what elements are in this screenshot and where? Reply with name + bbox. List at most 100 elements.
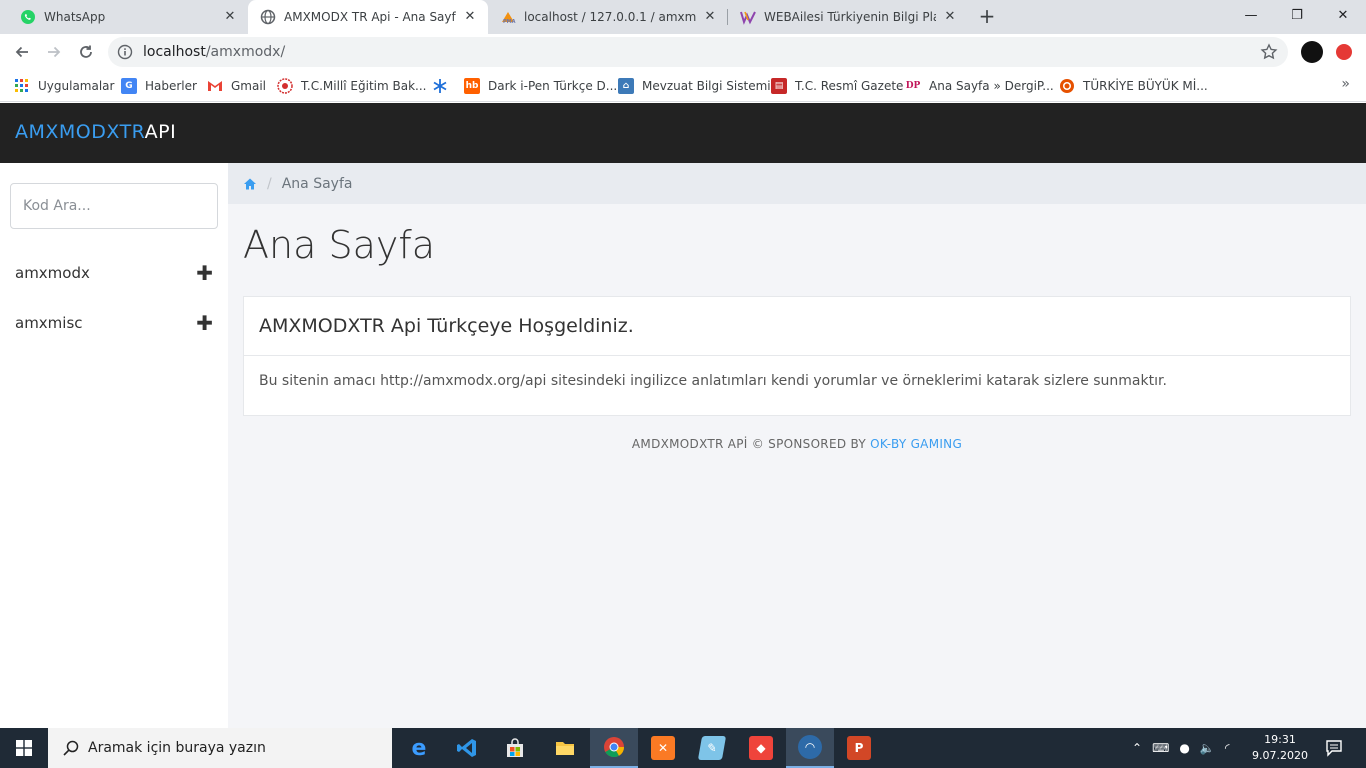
tab-close-icon[interactable]: ✕ [942, 9, 958, 25]
whatsapp-icon [20, 9, 36, 25]
start-button[interactable] [0, 728, 48, 768]
tab-phpmyadmin[interactable]: PMA localhost / 127.0.0.1 / amxmodx ✕ [488, 0, 728, 34]
sidebar-item-amxmisc[interactable]: amxmisc ✚ [0, 303, 228, 343]
browser-toolbar: localhost/amxmodx/ [0, 34, 1366, 70]
vscode-icon [455, 736, 479, 760]
tab-close-icon[interactable]: ✕ [222, 9, 238, 25]
profile-avatar[interactable] [1301, 41, 1323, 63]
action-center-button[interactable] [1310, 728, 1358, 768]
home-icon[interactable] [243, 177, 257, 191]
phpmyadmin-icon: PMA [500, 9, 516, 25]
microphone-icon[interactable]: ● [1179, 741, 1189, 755]
reload-button[interactable] [73, 39, 99, 65]
url-host: localhost [143, 44, 206, 60]
tab-close-icon[interactable]: ✕ [702, 9, 718, 25]
tab-whatsapp[interactable]: WhatsApp ✕ [8, 0, 248, 34]
powerpoint-icon: P [847, 736, 871, 760]
url-text: localhost/amxmodx/ [143, 44, 285, 60]
bookmark-haberler[interactable]: G Haberler [121, 76, 197, 96]
bookmark-hb[interactable]: hb Dark i-Pen Türkçe D... [464, 76, 617, 96]
breadcrumb-separator: / [267, 175, 272, 192]
tab-title: localhost / 127.0.0.1 / amxmodx [524, 10, 696, 24]
bookmark-snowflake[interactable] [432, 76, 456, 96]
site-footer: AMDXMODXTR APİ © SPONSORED BY OK-BY GAMI… [228, 437, 1366, 451]
dergipark-icon: DP [905, 81, 921, 91]
taskbar-edge[interactable]: e [395, 728, 443, 768]
sponsor-link[interactable]: OK-BY GAMING [870, 437, 962, 451]
brand-part2: API [144, 121, 177, 143]
bookmark-tbmm[interactable]: TÜRKİYE BÜYÜK Mİ... [1059, 76, 1208, 96]
taskbar-anydesk[interactable]: ◆ [737, 728, 785, 768]
arrow-left-icon [15, 46, 28, 58]
forward-button[interactable] [41, 39, 67, 65]
footer-text: AMDXMODXTR APİ © SPONSORED BY [631, 437, 871, 451]
sidebar: amxmodx ✚ amxmisc ✚ [0, 163, 228, 728]
taskbar-vscode[interactable] [443, 728, 491, 768]
bookmark-label: Dark i-Pen Türkçe D... [488, 79, 618, 93]
bookmark-label: T.C. Resmî Gazete [795, 79, 904, 93]
keyboard-icon[interactable]: ⌨ [1152, 741, 1169, 755]
mevzuat-icon: ⌂ [618, 78, 634, 94]
tab-amxmodx-api[interactable]: AMXMODX TR Api - Ana Sayfa ✕ [248, 0, 488, 34]
bookmark-label: Mevzuat Bilgi Sistemi [642, 79, 771, 93]
tab-close-icon[interactable]: ✕ [462, 9, 478, 25]
chevron-up-icon[interactable]: ⌃ [1132, 741, 1142, 755]
window-close-button[interactable]: ✕ [1320, 0, 1366, 30]
globe-icon [260, 9, 276, 25]
clock-time: 19:31 [1264, 733, 1296, 746]
file-explorer-icon [553, 736, 577, 760]
site-logo[interactable]: AMXMODXTRAPI [15, 121, 176, 143]
meb-icon [277, 78, 293, 94]
bookmark-apps[interactable]: Uygulamalar [14, 76, 114, 96]
url-path: /amxmodx/ [205, 44, 286, 60]
sidebar-item-amxmodx[interactable]: amxmodx ✚ [0, 253, 228, 293]
taskbar-powerpoint[interactable]: P [835, 728, 883, 768]
wifi-icon[interactable]: ◜ [1225, 741, 1230, 755]
reload-icon [80, 45, 92, 58]
taskbar-notepad[interactable]: ✎ [688, 728, 736, 768]
arrow-right-icon [48, 46, 61, 58]
bookmark-gmail[interactable]: Gmail [207, 76, 266, 96]
bookmark-resmi-gazete[interactable]: ▤ T.C. Resmî Gazete [771, 76, 903, 96]
notepad-icon: ✎ [697, 736, 727, 760]
welcome-card: AMXMODXTR Api Türkçeye Hoşgeldiniz. Bu s… [243, 296, 1351, 416]
teamspeak-icon: ◠ [798, 735, 822, 759]
chrome-icon [602, 735, 626, 759]
bookmark-dergipark[interactable]: DP Ana Sayfa » DergiP... [905, 76, 1054, 96]
edge-icon: e [411, 735, 427, 761]
system-tray: ⌃ ⌨ ● 🔈 ◜ [1132, 728, 1229, 768]
bookmark-label: T.C.Millî Eğitim Bak... [301, 79, 427, 93]
taskbar-clock[interactable]: 19:31 9.07.2020 [1250, 732, 1310, 764]
sidebar-item-label: amxmisc [15, 314, 83, 332]
new-tab-button[interactable]: + [976, 5, 998, 27]
back-button[interactable] [9, 39, 35, 65]
minimize-button[interactable]: — [1228, 0, 1274, 30]
taskbar-teamspeak[interactable]: ◠ [786, 728, 834, 768]
info-icon[interactable] [117, 44, 133, 60]
maximize-button[interactable]: ❐ [1274, 0, 1320, 30]
bookmark-star-icon[interactable] [1260, 43, 1278, 61]
plus-icon[interactable]: ✚ [196, 261, 213, 285]
clock-date: 9.07.2020 [1252, 749, 1308, 762]
taskbar-search[interactable]: Aramak için buraya yazın [48, 728, 392, 768]
code-search-input[interactable] [10, 183, 218, 229]
extension-icon[interactable] [1336, 44, 1352, 60]
tab-title: WEBAilesi Türkiyenin Bilgi Platfor [764, 10, 936, 24]
card-body: Bu sitenin amacı http://amxmodx.org/api … [259, 373, 1167, 389]
bookmark-meb[interactable]: T.C.Millî Eğitim Bak... [277, 76, 426, 96]
taskbar-xampp[interactable]: ✕ [639, 728, 687, 768]
plus-icon[interactable]: ✚ [196, 311, 213, 335]
volume-icon[interactable]: 🔈 [1200, 741, 1215, 755]
taskbar-file-explorer[interactable] [541, 728, 589, 768]
taskbar-search-placeholder: Aramak için buraya yazın [88, 740, 266, 756]
tab-webailesi[interactable]: WEBAilesi Türkiyenin Bilgi Platfor ✕ [728, 0, 968, 34]
tbmm-icon [1059, 78, 1075, 94]
bookmark-mevzuat[interactable]: ⌂ Mevzuat Bilgi Sistemi [618, 76, 771, 96]
taskbar-chrome[interactable] [590, 728, 638, 768]
taskbar-store[interactable] [491, 728, 539, 768]
breadcrumb: / Ana Sayfa [228, 163, 1366, 204]
bookmarks-more-button[interactable]: » [1341, 76, 1350, 92]
bookmark-label: Ana Sayfa » DergiP... [929, 79, 1054, 93]
store-icon [503, 736, 527, 760]
address-bar[interactable]: localhost/amxmodx/ [108, 37, 1288, 67]
